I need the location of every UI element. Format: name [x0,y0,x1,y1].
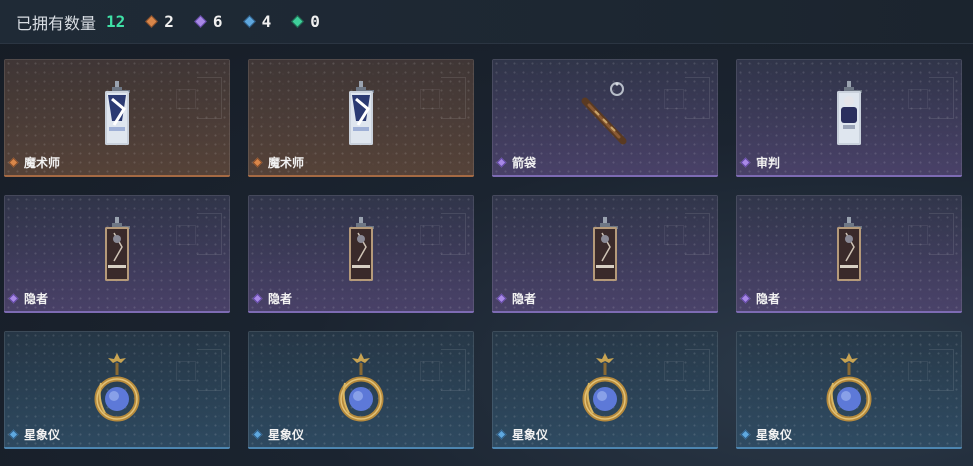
item-card[interactable]: 魔术师 [4,59,230,177]
item-card-frame [736,331,962,449]
item-card[interactable]: 星象仪 [736,331,962,449]
purple-rarity-icon [194,15,207,28]
green-rarity-count: 0 [291,12,320,31]
item-card-frame [492,331,718,449]
blue-rarity-count-value: 4 [261,12,272,31]
item-card[interactable]: 星象仪 [492,331,718,449]
item-card-frame [492,195,718,313]
item-card[interactable]: 审判 [736,59,962,177]
rarity-underline [736,175,962,177]
rarity-underline [736,447,962,449]
item-card[interactable]: 魔术师 [248,59,474,177]
item-card[interactable]: 箭袋 [492,59,718,177]
owned-count-bar: 已拥有数量 12 2 6 4 0 [0,0,973,44]
rarity-underline [492,311,718,313]
item-card-frame [736,59,962,177]
owned-count-label: 已拥有数量 [16,13,97,33]
blue-rarity-icon [242,15,256,28]
orange-rarity-count: 2 [145,12,174,31]
green-rarity-count-value: 0 [310,12,320,31]
item-card-frame [4,331,230,449]
rarity-underline [736,311,962,313]
item-card[interactable]: 星象仪 [248,331,474,449]
item-card[interactable]: 隐者 [248,195,474,313]
item-card-frame [248,331,474,449]
item-card[interactable]: 隐者 [736,195,962,313]
rarity-underline [4,311,230,313]
item-card-frame [248,59,474,177]
rarity-underline [248,447,474,449]
rarity-underline [248,311,474,313]
item-card[interactable]: 星象仪 [4,331,230,449]
blue-rarity-count: 4 [242,12,272,31]
rarity-underline [492,447,718,449]
rarity-underline [248,175,474,177]
rarity-underline [4,447,230,449]
purple-rarity-count: 6 [194,12,223,31]
item-card-frame [4,195,230,313]
item-card[interactable]: 隐者 [4,195,230,313]
item-card-frame [736,195,962,313]
item-card-frame [248,195,474,313]
owned-count-total: 12 [106,12,126,31]
item-card-frame [492,59,718,177]
rarity-underline [4,175,230,177]
item-card-frame [4,59,230,177]
item-card[interactable]: 隐者 [492,195,718,313]
orange-rarity-count-value: 2 [164,12,174,31]
rarity-underline [492,175,718,177]
orange-rarity-icon [145,15,159,28]
purple-rarity-count-value: 6 [212,12,223,31]
green-rarity-icon [291,15,305,28]
